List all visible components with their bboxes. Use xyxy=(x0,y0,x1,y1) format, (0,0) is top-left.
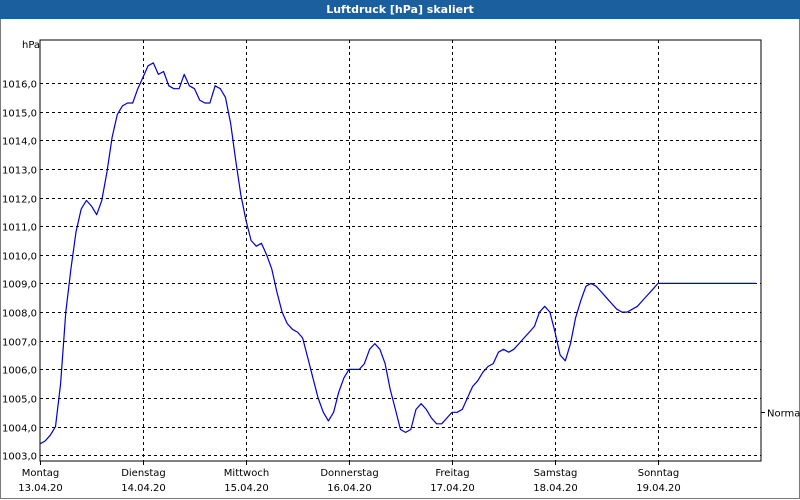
y-tick-label: 1008,0 xyxy=(2,309,37,320)
x-tick-day: Dienstag xyxy=(121,468,166,479)
x-tick-day: Freitag xyxy=(435,468,469,479)
x-tick-date: 14.04.20 xyxy=(121,483,166,494)
y-axis-label: hPa xyxy=(22,40,40,51)
y-tick-label: 1013,0 xyxy=(2,166,37,177)
y-tick-label: 1010,0 xyxy=(2,252,37,263)
x-tick-day: Sonntag xyxy=(638,468,680,479)
x-tick-date: 17.04.20 xyxy=(430,483,475,494)
y-tick-label: 1004,0 xyxy=(2,424,37,435)
plot-area xyxy=(39,39,762,462)
pressure-chart: 1003,0 1004,0 1005,0 1006,0 1007,0 1008,0 1009… xyxy=(2,39,800,494)
y-tick-label: 1011,0 xyxy=(2,223,37,234)
y-tick-label: 1009,0 xyxy=(2,280,37,291)
y-tick-label: 1016,0 xyxy=(2,80,37,91)
y-tick-label: 1006,0 xyxy=(2,366,37,377)
x-tick-day: Montag xyxy=(22,468,59,479)
x-tick-date: 19.04.20 xyxy=(636,483,681,494)
x-tick-date: 18.04.20 xyxy=(533,483,578,494)
x-tick-day: Donnerstag xyxy=(320,468,378,479)
y-tick-label: 1005,0 xyxy=(2,395,37,406)
x-tick-day: Mittwoch xyxy=(224,468,269,479)
x-tick-date: 15.04.20 xyxy=(224,483,269,494)
y-tick-label: 1012,0 xyxy=(2,195,37,206)
x-tick-date: 13.04.20 xyxy=(18,483,63,494)
x-tick-date: 16.04.20 xyxy=(327,483,372,494)
y-tick-label: 1015,0 xyxy=(2,109,37,120)
x-tick-day: Samstag xyxy=(534,468,578,479)
y-tick-label: 1003,0 xyxy=(2,452,37,463)
reference-label: Normal xyxy=(767,409,800,420)
y-tick-label: 1007,0 xyxy=(2,338,37,349)
pressure-series-line xyxy=(39,62,756,445)
y-tick-label: 1014,0 xyxy=(2,137,37,148)
